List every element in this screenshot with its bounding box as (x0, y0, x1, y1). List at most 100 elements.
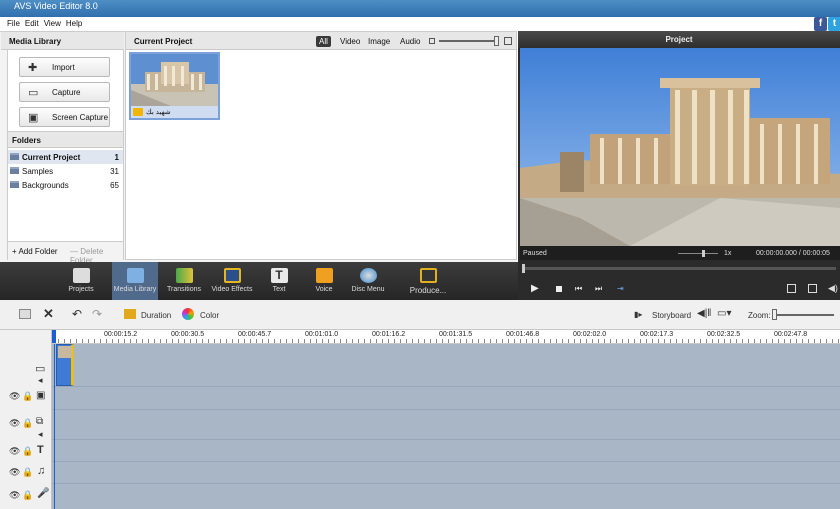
folder-actions: + Add Folder — Delete Folder (8, 241, 123, 265)
lock-icon[interactable]: 🔒 (22, 467, 33, 478)
tool-label: Disc Menu (351, 286, 385, 293)
timeline-clip[interactable] (56, 344, 74, 386)
speed-slider[interactable] (678, 253, 718, 254)
zoom-slider[interactable] (772, 314, 834, 316)
track-headers: ▭ ◂ 👁 🔒 ▣ 👁 🔒 ⧉ ◂ 👁 🔒 T 👁 🔒 ♫ 👁 🔒 🎤 (0, 330, 52, 509)
thumb-size-slider[interactable] (439, 40, 499, 42)
timeline-ruler[interactable]: 00:00:15.2 00:00:30.5 00:00:45.7 00:01:0… (52, 330, 840, 344)
playhead-line (54, 344, 55, 509)
clip-thumbnail (58, 346, 72, 358)
timeline-tracks[interactable] (52, 344, 840, 509)
previous-frame-icon[interactable]: ⏮ (575, 284, 582, 294)
text-tool[interactable]: T Text (266, 262, 292, 300)
projects-tool[interactable]: Projects (62, 262, 100, 300)
video-track-audio-icon[interactable]: ◂ (38, 375, 43, 386)
screen-capture-icon: ▣ (28, 112, 39, 124)
duration-button[interactable]: Duration (141, 311, 171, 320)
folder-samples[interactable]: Samples 31 (8, 164, 123, 178)
lock-icon[interactable]: 🔒 (22, 490, 33, 501)
thumb-size-slider-handle[interactable] (494, 36, 499, 46)
small-thumb-icon[interactable] (429, 38, 435, 44)
capture-button[interactable]: ▭ Capture (19, 82, 110, 102)
menu-view[interactable]: View (44, 19, 61, 28)
media-library-title: Media Library (9, 37, 62, 46)
project-media-thumbnail[interactable]: شهيد بك (129, 52, 220, 120)
tool-label: Text (272, 286, 286, 293)
filter-audio[interactable]: Audio (397, 36, 423, 47)
filter-all[interactable]: All (316, 36, 331, 47)
disc-menu-tool[interactable]: Disc Menu (350, 262, 386, 300)
transitions-icon (175, 268, 193, 283)
window-title: AVS Video Editor 8.0 (14, 1, 98, 11)
current-project-title: Current Project (134, 37, 193, 46)
voice-tool[interactable]: Voice (310, 262, 338, 300)
transitions-tool[interactable]: Transitions (165, 262, 203, 300)
ruler-tick: 00:01:31.5 (439, 331, 473, 338)
lock-icon[interactable]: 🔒 (22, 391, 33, 402)
speed-slider-handle[interactable] (702, 250, 705, 257)
folder-count: 31 (110, 167, 119, 176)
playhead-marker[interactable] (52, 330, 56, 343)
preview-title: Project (665, 35, 693, 44)
video-preview[interactable] (520, 48, 840, 246)
media-library-header: Media Library (1, 32, 124, 50)
next-frame-icon[interactable]: ⏭ (595, 284, 602, 294)
seek-bar[interactable] (522, 267, 836, 270)
produce-tool[interactable]: Produce... (405, 262, 451, 300)
add-folder-button[interactable]: + Add Folder (12, 247, 58, 256)
text-track-icon: T (37, 444, 44, 456)
menu-file[interactable]: File (7, 19, 20, 28)
twitter-icon[interactable]: t (828, 17, 840, 31)
redo-icon[interactable]: ↷ (92, 307, 102, 321)
media-library-tool[interactable]: Media Library (112, 262, 158, 300)
visibility-eye-icon[interactable]: 👁 (9, 446, 20, 457)
large-thumb-icon[interactable] (504, 37, 512, 45)
snapshot-icon[interactable] (787, 284, 796, 293)
overlay-track-audio-icon[interactable]: ◂ (38, 429, 43, 440)
filter-video[interactable]: Video (337, 36, 363, 47)
tool-label: Video Effects (211, 286, 253, 293)
microphone-icon (315, 268, 333, 283)
visibility-eye-icon[interactable]: 👁 (9, 391, 20, 402)
ruler-tick: 00:02:47.8 (774, 331, 808, 338)
image-type-icon (133, 108, 143, 116)
produce-icon (419, 268, 437, 283)
seek-bar-handle[interactable] (522, 264, 525, 273)
undo-icon[interactable]: ↶ (72, 307, 82, 321)
aspect-ratio-icon[interactable] (808, 284, 817, 293)
tool-label: Transitions (167, 286, 201, 293)
volume-icon[interactable]: ◀) (828, 283, 838, 294)
folder-backgrounds[interactable]: Backgrounds 65 (8, 178, 123, 192)
lock-icon[interactable]: 🔒 (22, 446, 33, 457)
delete-icon[interactable]: ✕ (43, 306, 54, 322)
menu-help[interactable]: Help (66, 19, 82, 28)
import-button[interactable]: ✚ Import (19, 57, 110, 77)
storyboard-grid-icon[interactable] (19, 309, 31, 319)
goto-end-icon[interactable]: ⇥ (617, 284, 624, 293)
play-icon[interactable]: ▶ (531, 283, 539, 294)
folder-name: Samples (22, 167, 54, 176)
zoom-slider-handle[interactable] (772, 309, 777, 320)
filter-image[interactable]: Image (365, 36, 393, 47)
folder-icon (10, 167, 19, 174)
ruler-tick: 00:01:46.8 (506, 331, 540, 338)
music-track-icon: ♫ (37, 465, 46, 477)
media-library-panel: Media Library ✚ Import ▭ Capture ▣ Screen C… (1, 31, 124, 265)
video-effects-tool[interactable]: Video Effects (210, 262, 254, 300)
visibility-eye-icon[interactable]: 👁 (9, 490, 20, 501)
facebook-icon[interactable]: f (814, 17, 827, 31)
color-button[interactable]: Color (200, 311, 219, 320)
visibility-eye-icon[interactable]: 👁 (9, 418, 20, 429)
audio-mix-icon[interactable]: ◀|‖ (697, 308, 711, 319)
menu-edit[interactable]: Edit (25, 19, 39, 28)
folder-current-project[interactable]: Current Project 1 (8, 150, 123, 164)
transport-controls: ▶ ⏮ ⏭ ⇥ ◀) (518, 262, 840, 300)
main-toolbar: Projects Media Library Transitions Video… (0, 262, 518, 300)
display-mode-icon[interactable]: ▭▾ (717, 308, 731, 319)
lock-icon[interactable]: 🔒 (22, 418, 33, 429)
screen-capture-button[interactable]: ▣ Screen Capture (19, 107, 110, 127)
stop-icon[interactable] (556, 286, 562, 292)
visibility-eye-icon[interactable]: 👁 (9, 467, 20, 478)
ruler-tick: 00:00:15.2 (104, 331, 138, 338)
storyboard-button[interactable]: Storyboard (652, 311, 691, 320)
